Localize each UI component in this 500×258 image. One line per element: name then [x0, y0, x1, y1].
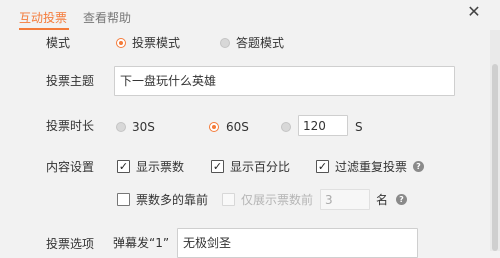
- show-votes-checkbox[interactable]: ✓: [117, 160, 130, 173]
- sort-by-votes-label[interactable]: 票数多的靠前: [136, 192, 208, 208]
- mode-vote-label[interactable]: 投票模式: [132, 35, 180, 51]
- duration-30s-radio[interactable]: [116, 122, 126, 132]
- scrollbar-thumb[interactable]: [492, 64, 498, 251]
- show-percent-checkbox[interactable]: ✓: [211, 160, 224, 173]
- mode-vote-radio[interactable]: [116, 38, 126, 48]
- duration-custom-input[interactable]: 120: [298, 115, 348, 136]
- only-top-unit: 名: [376, 193, 389, 207]
- filter-duplicates-checkbox[interactable]: ✓: [316, 160, 329, 173]
- show-percent-label[interactable]: 显示百分比: [230, 159, 290, 175]
- active-tab-underline: [19, 28, 69, 30]
- duration-60s-radio[interactable]: [209, 122, 219, 132]
- duration-custom-radio[interactable]: [281, 122, 291, 132]
- show-votes-label[interactable]: 显示票数: [136, 159, 184, 175]
- duration-label: 投票时长: [46, 119, 95, 133]
- sort-by-votes-checkbox[interactable]: [117, 193, 130, 206]
- duration-unit: S: [355, 120, 363, 134]
- filter-duplicates-help-icon[interactable]: ?: [413, 161, 424, 172]
- only-top-checkbox[interactable]: [222, 193, 235, 206]
- duration-60s-label[interactable]: 60S: [226, 119, 249, 135]
- only-top-help-icon[interactable]: ?: [396, 194, 407, 205]
- only-top-count-input[interactable]: 3: [320, 189, 370, 210]
- mode-label: 模式: [46, 36, 71, 50]
- tab-interactive-vote[interactable]: 互动投票: [19, 10, 67, 26]
- close-icon[interactable]: ✕: [466, 4, 482, 20]
- vote-options-label: 投票选项: [46, 237, 95, 251]
- topic-label: 投票主题: [46, 74, 95, 88]
- vote-option-trigger: 弹幕发“1”: [113, 236, 170, 250]
- only-top-label: 仅展示票数前: [241, 193, 314, 207]
- mode-quiz-label[interactable]: 答题模式: [236, 35, 284, 51]
- topic-input[interactable]: 下一盘玩什么英雄: [114, 66, 455, 96]
- vote-option-input[interactable]: 无极剑圣: [177, 228, 418, 258]
- mode-quiz-radio[interactable]: [220, 38, 230, 48]
- tab-view-help[interactable]: 查看帮助: [83, 10, 131, 26]
- filter-duplicates-label[interactable]: 过滤重复投票: [335, 159, 407, 175]
- content-settings-label: 内容设置: [46, 160, 95, 174]
- duration-30s-label[interactable]: 30S: [132, 119, 155, 135]
